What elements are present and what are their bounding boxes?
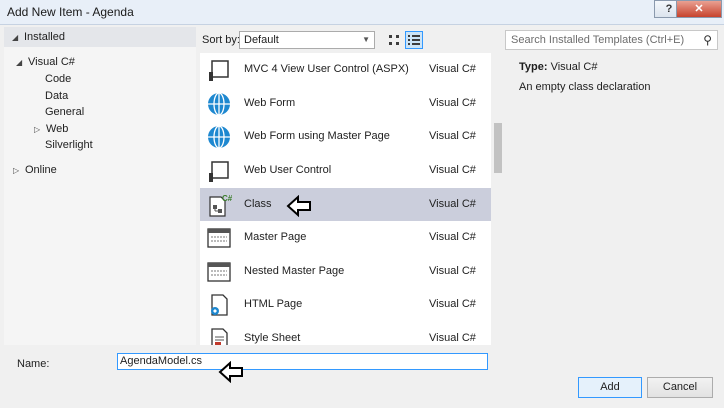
template-name: MVC 4 View User Control (ASPX) — [244, 63, 409, 75]
title-bar: Add New Item - Agenda ? ✕ — [0, 0, 724, 25]
template-list: MVC 4 View User Control (ASPX) Visual C#… — [200, 53, 491, 345]
template-toolbar: Sort by: Default ▼ — [196, 27, 496, 53]
name-label: Name: — [17, 358, 50, 370]
master-page-icon — [207, 228, 231, 248]
svg-text:C#: C# — [222, 194, 232, 203]
expanded-triangle-icon: ◢ — [12, 33, 19, 42]
list-view-button[interactable] — [405, 31, 423, 49]
template-item-master-page[interactable]: Master Page Visual C# — [200, 221, 491, 254]
template-item-web-form[interactable]: Web Form Visual C# — [200, 87, 491, 120]
template-name: Web User Control — [244, 164, 332, 176]
user-control-icon — [209, 60, 229, 81]
sort-by-dropdown[interactable]: Default ▼ — [239, 31, 375, 49]
template-language: Visual C# — [429, 130, 476, 142]
class-icon: C# — [209, 194, 232, 217]
name-input[interactable]: AgendaModel.cs — [117, 353, 488, 370]
template-name: HTML Page — [244, 298, 303, 310]
template-name: Master Page — [244, 231, 307, 243]
template-category-tree: ◢ Installed ◢ Visual C# Code Data General … — [4, 27, 196, 345]
template-item-html-page[interactable]: HTML Page Visual C# — [200, 288, 491, 321]
user-control-icon — [209, 161, 229, 182]
cancel-button[interactable]: Cancel — [647, 377, 713, 398]
expanded-triangle-icon: ◢ — [16, 58, 23, 67]
master-page-icon — [207, 262, 231, 282]
tree-item-label: Installed — [24, 31, 65, 43]
type-label: Type: — [519, 61, 548, 73]
tree-item-code[interactable]: Code — [45, 71, 71, 87]
template-language: Visual C# — [429, 265, 476, 277]
left-arrow-annotation-icon — [286, 195, 311, 217]
grid-view-icon — [389, 35, 399, 45]
template-language: Visual C# — [429, 231, 476, 243]
scrollbar-thumb[interactable] — [494, 123, 502, 173]
window-title: Add New Item - Agenda — [7, 5, 134, 19]
collapsed-triangle-icon[interactable]: ▷ — [13, 163, 25, 179]
template-name: Class — [244, 198, 272, 210]
template-language: Visual C# — [429, 332, 476, 344]
tree-item-label: Online — [25, 164, 57, 176]
search-icon[interactable]: ⚲ — [703, 31, 712, 49]
sort-by-label: Sort by: — [202, 34, 240, 46]
tree-item-web[interactable]: ▷ Web — [34, 121, 68, 137]
left-arrow-annotation-icon — [218, 361, 243, 383]
template-item-nested-master-page[interactable]: Nested Master Page Visual C# — [200, 255, 491, 288]
tree-item-label: Code — [45, 73, 72, 85]
tree-item-silverlight[interactable]: Silverlight — [45, 137, 93, 153]
template-item-web-form-master-page[interactable]: Web Form using Master Page Visual C# — [200, 120, 491, 153]
tree-item-data[interactable]: Data — [45, 88, 68, 104]
template-language: Visual C# — [429, 63, 476, 75]
tree-item-label: General — [45, 106, 85, 118]
tree-item-visual-csharp[interactable]: ◢ Visual C# — [16, 54, 75, 70]
search-templates-input[interactable]: Search Installed Templates (Ctrl+E) ⚲ — [505, 30, 718, 50]
tree-item-label: Data — [45, 90, 69, 102]
chevron-down-icon: ▼ — [362, 35, 370, 44]
close-button[interactable]: ✕ — [676, 0, 722, 18]
globe-icon — [208, 92, 230, 116]
tree-item-label: Web — [46, 123, 69, 135]
template-type-line: Type: Visual C# — [519, 61, 597, 73]
template-item-mvc4-view-user-control[interactable]: MVC 4 View User Control (ASPX) Visual C# — [200, 53, 491, 86]
template-item-style-sheet[interactable]: Style Sheet Visual C# — [200, 322, 491, 345]
collapsed-triangle-icon[interactable]: ▷ — [34, 122, 46, 138]
html-page-icon — [211, 294, 228, 316]
add-button[interactable]: Add — [578, 377, 642, 398]
tree-item-label: Visual C# — [28, 56, 75, 68]
template-item-class[interactable]: C# Class Visual C# — [200, 188, 491, 221]
template-description: An empty class declaration — [519, 81, 651, 93]
small-icons-view-button[interactable] — [385, 31, 403, 49]
template-language: Visual C# — [429, 198, 476, 210]
style-sheet-icon — [211, 328, 228, 345]
template-language: Visual C# — [429, 164, 476, 176]
type-value: Visual C# — [550, 61, 598, 73]
template-info-panel: Type: Visual C# An empty class declarati… — [509, 53, 721, 345]
template-language: Visual C# — [429, 298, 476, 310]
tree-item-general[interactable]: General — [45, 104, 84, 120]
search-placeholder: Search Installed Templates (Ctrl+E) — [511, 34, 685, 46]
tree-item-installed[interactable]: ◢ Installed — [4, 27, 196, 47]
globe-icon — [208, 125, 230, 149]
tree-item-label: Silverlight — [45, 139, 93, 151]
template-list-scrollbar[interactable] — [491, 53, 505, 345]
tree-item-online[interactable]: ▷ Online — [13, 162, 57, 178]
sort-by-value: Default — [244, 34, 279, 46]
template-name: Nested Master Page — [244, 265, 345, 277]
template-name: Web Form — [244, 97, 296, 109]
template-item-web-user-control[interactable]: Web User Control Visual C# — [200, 154, 491, 187]
template-language: Visual C# — [429, 97, 476, 109]
template-name: Web Form using Master Page — [244, 130, 390, 142]
template-name: Style Sheet — [244, 332, 301, 344]
list-view-icon — [408, 35, 420, 45]
